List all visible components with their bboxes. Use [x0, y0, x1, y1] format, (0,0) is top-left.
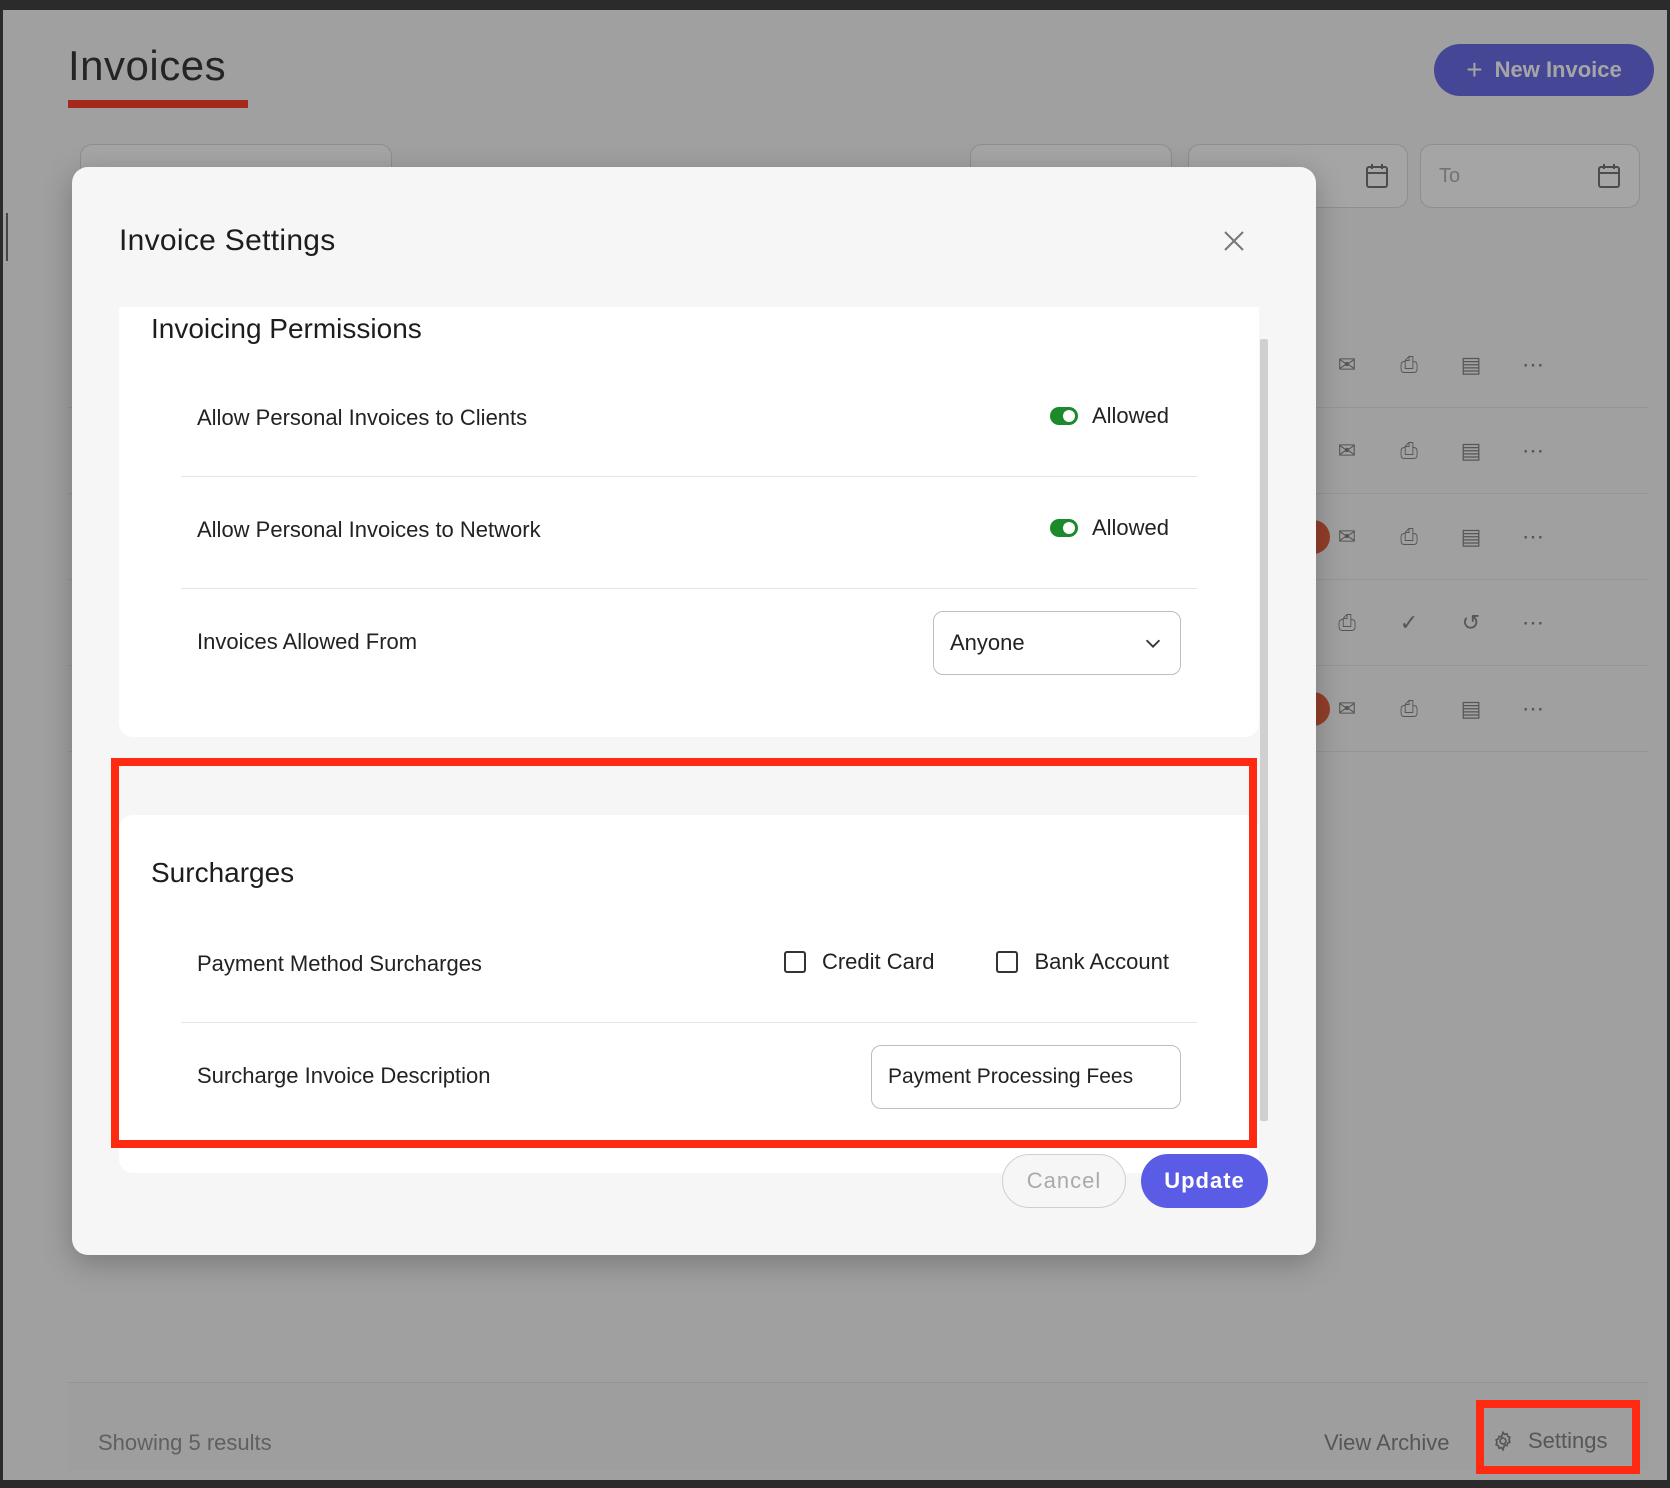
chevron-down-icon — [1145, 639, 1161, 648]
clients-toggle[interactable]: Allowed — [1049, 403, 1169, 429]
setting-label: Allow Personal Invoices to Network — [197, 517, 541, 542]
toggle-text: Allowed — [1091, 403, 1169, 428]
setting-row-network: Allow Personal Invoices to Network Allow… — [181, 477, 1197, 589]
cancel-button[interactable]: Cancel — [1002, 1154, 1126, 1208]
close-icon[interactable] — [1222, 229, 1246, 253]
toggle-text: Allowed — [1091, 515, 1169, 540]
permissions-title: Invoicing Permissions — [151, 313, 422, 344]
settings-highlight-box — [1476, 1400, 1640, 1474]
modal-scrollbar[interactable] — [1260, 339, 1268, 1121]
setting-row-allowed-from: Invoices Allowed From Anyone — [181, 589, 1197, 701]
select-value: Anyone — [950, 630, 1025, 655]
permissions-card: Invoicing Permissions Allow Personal Inv… — [119, 307, 1259, 737]
surcharges-highlight-box — [111, 758, 1257, 1148]
toggle-switch[interactable] — [1049, 519, 1078, 537]
toggle-switch[interactable] — [1049, 407, 1078, 425]
allowed-from-select[interactable]: Anyone — [933, 611, 1181, 675]
modal-title: Invoice Settings — [119, 224, 336, 257]
setting-label: Allow Personal Invoices to Clients — [197, 405, 528, 430]
setting-row-clients: Allow Personal Invoices to Clients Allow… — [181, 365, 1197, 477]
update-button[interactable]: Update — [1141, 1154, 1268, 1208]
network-toggle[interactable]: Allowed — [1049, 515, 1169, 541]
setting-label: Invoices Allowed From — [197, 629, 418, 654]
